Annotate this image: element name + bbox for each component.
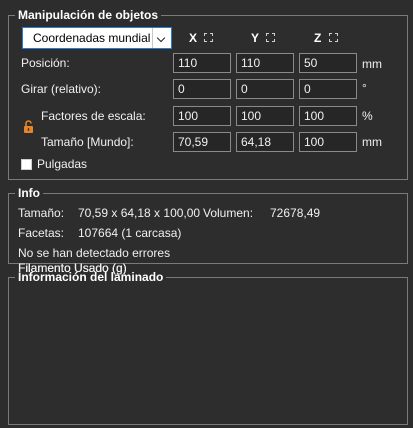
size-label: Tamaño [Mundo]:	[41, 135, 134, 149]
axis-y-label: Y	[251, 31, 260, 45]
rotate-label: Girar (relativo):	[21, 82, 102, 96]
info-title: Info	[15, 185, 43, 201]
axis-x-drop-icon[interactable]	[204, 33, 213, 42]
coordinate-system-value: Coordenadas mundial	[33, 31, 151, 45]
size-unit: mm	[362, 135, 382, 149]
lock-icon[interactable]	[23, 120, 34, 134]
scale-x-input[interactable]	[173, 106, 231, 126]
size-z-input[interactable]	[299, 132, 357, 152]
position-unit: mm	[362, 57, 382, 71]
filament-g-label: Filamento Usado (g)	[18, 261, 127, 275]
inches-checkbox[interactable]	[21, 159, 32, 170]
info-volume-label: Volumen:	[203, 206, 254, 220]
object-manipulation-title: Manipulación de objetos	[15, 7, 162, 23]
info-size-label: Tamaño:	[18, 206, 65, 220]
inches-label: Pulgadas	[37, 157, 88, 171]
axis-z-label: Z	[314, 31, 322, 45]
info-size-value: 70,59 x 64,18 x 100,00	[78, 206, 201, 220]
rotate-y-input[interactable]	[236, 79, 294, 99]
scale-z-input[interactable]	[299, 106, 357, 126]
axis-y-drop-icon[interactable]	[266, 33, 275, 42]
size-y-input[interactable]	[236, 132, 294, 152]
scale-unit: %	[362, 109, 373, 123]
axis-x-label: X	[189, 31, 198, 45]
position-label: Posición:	[21, 56, 70, 70]
info-errors-status: No se han detectado errores	[18, 246, 171, 260]
rotate-x-input[interactable]	[173, 79, 231, 99]
position-x-input[interactable]	[173, 53, 231, 73]
chevron-down-icon[interactable]	[152, 28, 171, 48]
rotate-unit: °	[362, 81, 367, 95]
size-x-input[interactable]	[173, 132, 231, 152]
scale-label: Factores de escala:	[41, 109, 146, 123]
slice-info-panel: Información del laminado	[8, 269, 408, 425]
position-y-input[interactable]	[236, 53, 294, 73]
info-facets-value: 107664 (1 carcasa)	[78, 226, 182, 240]
info-volume-value: 72678,49	[270, 206, 321, 220]
info-facets-label: Facetas:	[18, 226, 65, 240]
position-z-input[interactable]	[299, 53, 357, 73]
rotate-z-input[interactable]	[299, 79, 357, 99]
coordinate-system-select[interactable]: Coordenadas mundial	[22, 27, 172, 49]
scale-y-input[interactable]	[236, 106, 294, 126]
axis-z-drop-icon[interactable]	[329, 33, 338, 42]
